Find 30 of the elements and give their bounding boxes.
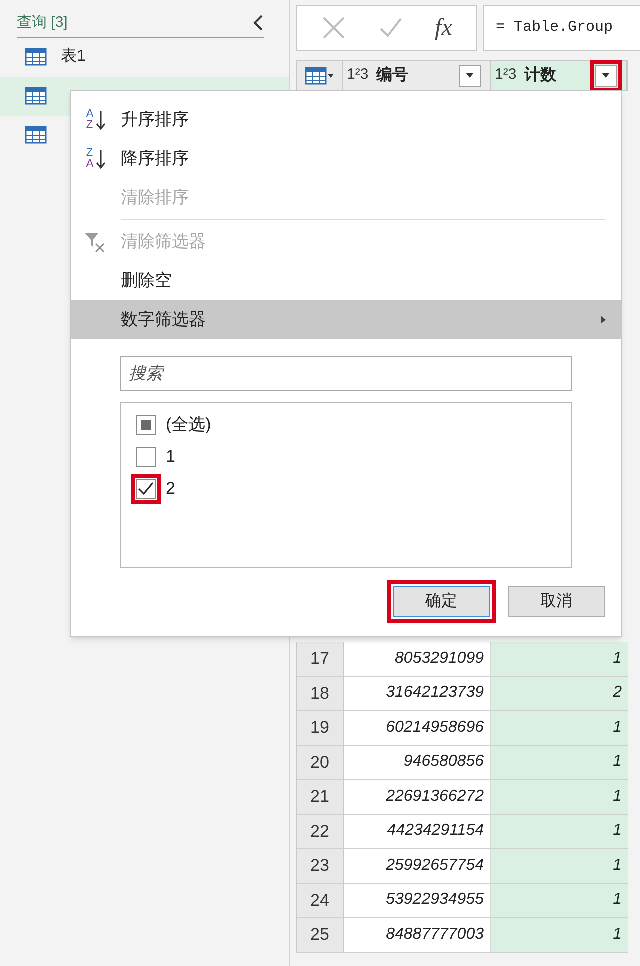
table-cell: 25992657754 [344,849,491,882]
table-cell: 1 [491,814,628,848]
table-cell: 60214958696 [344,711,491,744]
panel-title: 查询 [3] [17,13,68,33]
table-cell: 946580856 [344,746,491,779]
table-cell: 1 [491,780,628,814]
table-cell: 44234291154 [344,814,491,848]
table-cell: 53922934955 [344,884,491,917]
checkbox-label: 1 [166,446,176,468]
checkbox-label: 2 [166,478,176,500]
sort-letter: A [86,158,94,170]
table-cell: 1 [491,746,628,779]
column-name: 计数 [524,66,557,86]
sort-letter: A [86,108,94,120]
type-label: 1²3 [495,65,517,86]
column-name: 编号 [376,65,409,86]
table-cell: 1 [491,642,628,676]
table-cell: 1 [491,849,628,882]
sort-letter: Z [86,120,94,130]
sort-letter: Z [86,148,94,158]
table-cell: 2 [491,676,628,710]
table-cell: 1 [491,711,628,744]
table-cell: 22691366272 [344,780,491,814]
table-cell: 84887777003 [344,918,491,952]
type-label: 1²3 [347,65,369,86]
table-cell: 31642123739 [344,676,491,710]
table-cell: 1 [491,918,628,952]
checkbox-label: (全选) [166,414,212,436]
table-cell: 8053291099 [344,642,491,676]
table-cell: 1 [491,884,628,917]
